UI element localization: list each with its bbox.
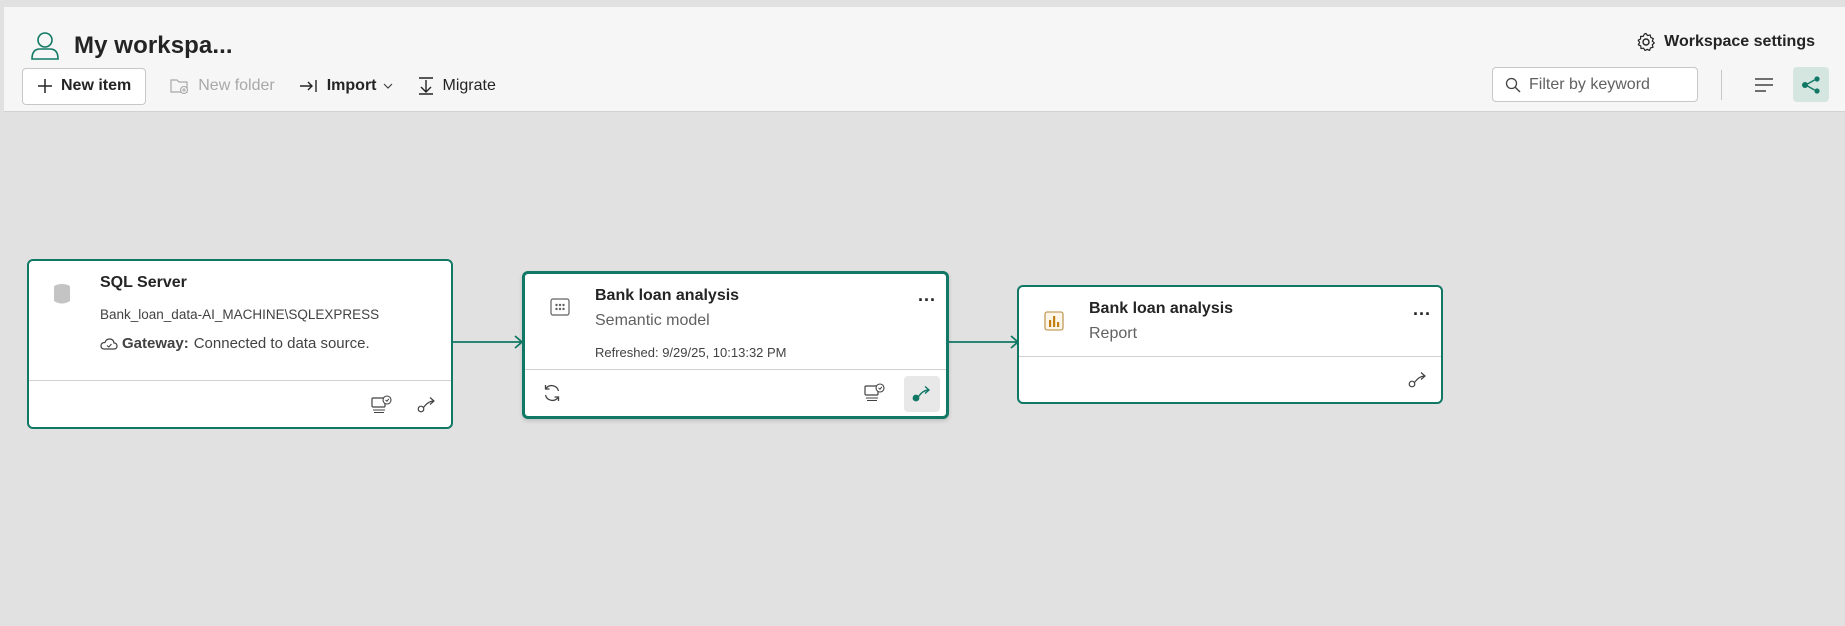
import-button[interactable]: Import [287,68,405,105]
connection-string: Bank_loan_data-AI_MACHINE\SQLEXPRESS [100,307,380,322]
gateway-settings-button[interactable] [367,391,395,419]
migrate-download-icon [418,77,433,95]
toolbar-divider [1721,70,1722,100]
gear-icon [1637,32,1656,52]
import-arrow-icon [299,80,317,92]
workspace-person-icon [31,32,59,60]
workspace-toolbar: My workspa... Workspace settings New ite… [4,7,1845,112]
lineage-impact-icon [417,397,435,413]
more-options-button[interactable]: ... [1413,300,1431,318]
lineage-card-semantic-model[interactable]: Bank loan analysis Semantic model Refres… [522,271,949,419]
list-view-button[interactable] [1746,67,1782,102]
card-divider [525,369,946,370]
card-divider [1019,356,1441,357]
impact-analysis-button[interactable] [1404,366,1432,394]
filter-input[interactable] [1529,75,1689,94]
workspace-title: My workspa... [74,32,233,59]
gateway-status: Gateway: Connected to data source. [100,335,370,352]
plus-icon [38,79,52,93]
card-title: SQL Server [100,274,187,291]
folder-add-icon [170,79,189,95]
new-folder-label: New folder [198,77,275,94]
cloud-check-icon [100,337,118,350]
filter-box[interactable] [1492,67,1698,102]
gateway-settings-button[interactable] [860,379,888,407]
connector-arrow [948,335,1020,349]
gateway-icon [371,395,392,414]
workspace-header: My workspa... [28,29,233,63]
more-options-button[interactable]: ... [918,286,936,304]
card-title: Bank loan analysis [1089,300,1234,317]
gateway-label: Gateway: [122,335,189,352]
list-view-icon [1755,77,1773,92]
connector-arrow [452,335,524,349]
chevron-down-icon [383,83,392,89]
lineage-card-sql-server[interactable]: SQL Server Bank_loan_data-AI_MACHINE\SQL… [27,259,453,429]
card-divider [29,380,451,381]
import-label: Import [326,77,377,94]
semantic-model-icon [550,298,570,316]
impact-analysis-button[interactable] [413,391,441,419]
refresh-icon [544,384,560,402]
card-item-type: Report [1089,325,1138,342]
lineage-impact-icon [912,385,931,402]
gateway-icon [864,383,885,402]
refreshed-timestamp: Refreshed: 9/29/25, 10:13:32 PM [595,345,787,360]
lineage-view-icon [1802,75,1820,94]
lineage-view-button[interactable] [1793,67,1829,102]
card-item-type: Semantic model [595,312,710,329]
new-folder-button[interactable]: New folder [158,68,286,105]
report-chart-icon [1044,311,1064,331]
impact-analysis-button[interactable] [904,376,940,412]
database-icon [54,284,70,304]
command-bar: New item New folder Import Migrate [22,67,508,105]
lineage-impact-icon [1408,372,1426,388]
new-item-label: New item [61,77,132,94]
refresh-button[interactable] [538,379,566,407]
search-icon [1505,77,1521,92]
workspace-settings-button[interactable]: Workspace settings [1636,32,1815,52]
card-title: Bank loan analysis [595,287,740,304]
new-item-button[interactable]: New item [22,67,147,105]
workspace-settings-label: Workspace settings [1664,33,1815,50]
lineage-canvas[interactable]: SQL Server Bank_loan_data-AI_MACHINE\SQL… [0,113,1845,626]
migrate-label: Migrate [442,77,496,94]
gateway-status-text: Connected to data source. [193,335,370,352]
lineage-card-report[interactable]: Bank loan analysis Report ... [1017,285,1443,404]
migrate-button[interactable]: Migrate [405,68,508,105]
